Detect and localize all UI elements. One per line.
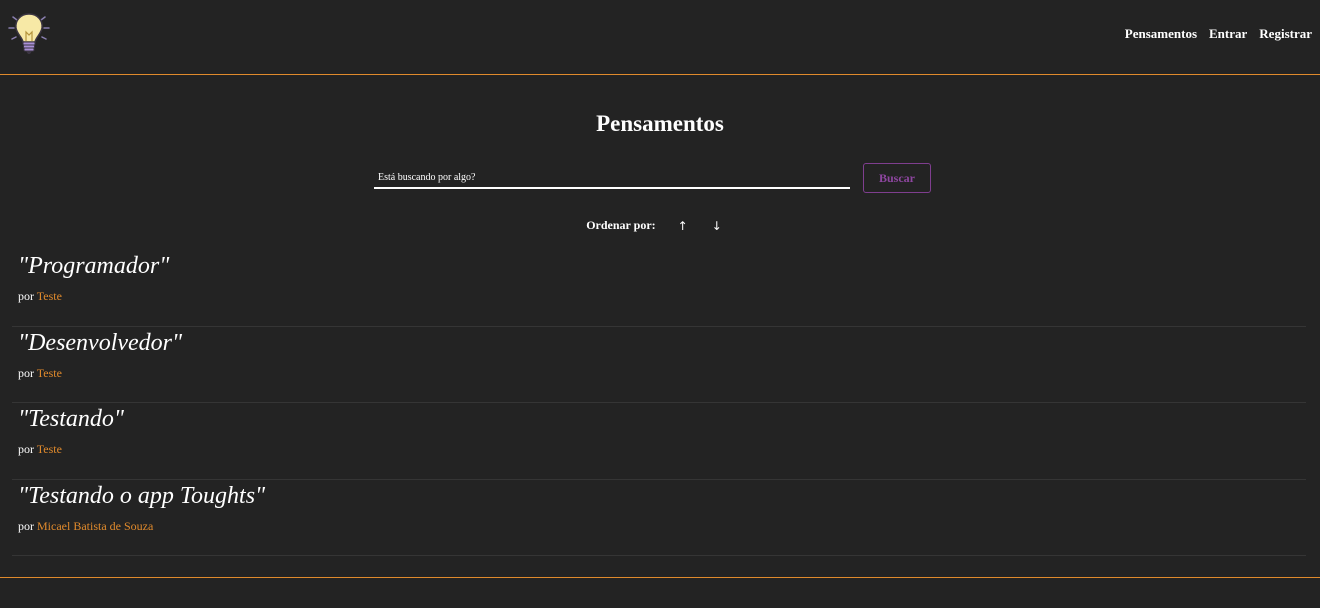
thought-title: "Desenvolvedor" [18,329,183,356]
author-name[interactable]: Teste [37,366,62,380]
author-prefix: por [18,365,34,380]
thought-author: por Teste [18,366,1306,381]
nav-link-entrar[interactable]: Entrar [1209,26,1247,42]
thought-card: "Programador" por Teste [12,250,1306,327]
nav-link-registrar[interactable]: Registrar [1259,26,1312,42]
thought-card: "Testando o app Toughts" por Micael Bati… [12,480,1306,556]
author-name[interactable]: Teste [37,289,62,303]
thought-list: "Programador" por Teste "Desenvolvedor" … [12,250,1306,556]
sort-ascending-icon[interactable]: ↑ [672,219,694,233]
navbar: Pensamentos Entrar Registrar [0,0,1320,75]
thought-card: "Desenvolvedor" por Teste [12,327,1306,403]
author-prefix: por [18,289,34,303]
thought-author: por Micael Batista de Souza [18,519,1306,534]
page-title: Pensamentos [596,111,724,136]
author-name[interactable]: Teste [37,442,62,456]
search-form: Buscar [374,163,934,193]
thought-author: por Teste [18,289,1306,304]
search-input[interactable] [374,167,850,189]
thought-title: "Testando" [18,406,124,432]
nav-links: Pensamentos Entrar Registrar [1125,26,1312,42]
author-prefix: por [18,442,34,456]
thought-title: "Programador" [18,253,170,279]
thought-card: "Testando" por Teste [12,403,1306,480]
sort-descending-icon[interactable]: ↓ [706,219,728,233]
search-button[interactable]: Buscar [863,163,931,193]
order-label: Ordenar por: [586,218,656,232]
nav-link-pensamentos[interactable]: Pensamentos [1125,26,1197,42]
thought-author: por Teste [18,442,1306,457]
footer [0,577,1320,608]
lightbulb-icon[interactable] [6,10,52,56]
author-name[interactable]: Micael Batista de Souza [37,519,153,533]
order-controls: Ordenar por: ↑ ↓ [0,218,1320,233]
thought-title: "Testando o app Toughts" [18,482,266,509]
author-prefix: por [18,518,34,533]
